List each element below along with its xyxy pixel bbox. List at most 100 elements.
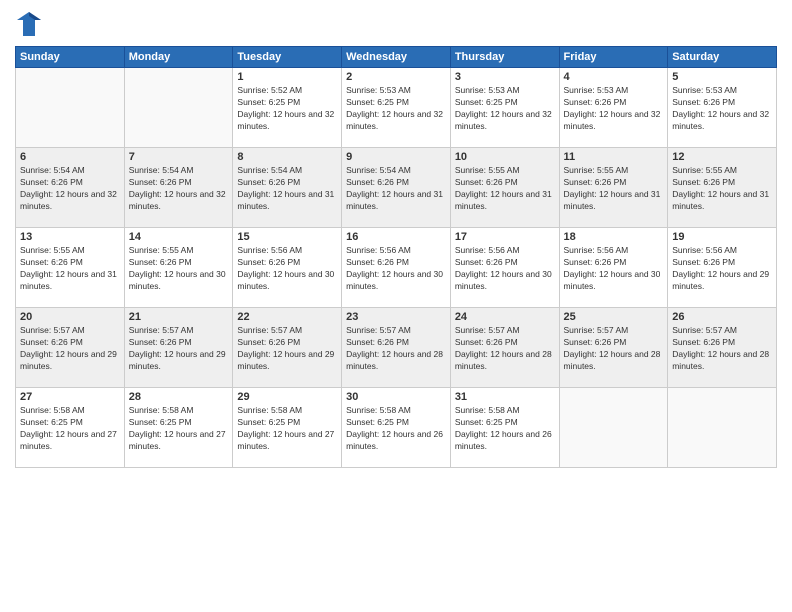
table-cell: 23 Sunrise: 5:57 AM Sunset: 6:26 PM Dayli… [342,308,451,388]
day-info: Sunrise: 5:57 AM Sunset: 6:26 PM Dayligh… [346,325,446,373]
table-cell: 15Sunrise: 5:56 AM Sunset: 6:26 PM Dayli… [233,228,342,308]
day-number: 28 [129,391,229,403]
day-number: 30 [346,391,446,403]
day-number: 14 [129,231,229,243]
day-info: Sunrise: 5:52 AM Sunset: 6:25 PM Dayligh… [237,85,337,133]
day-info: Sunrise: 5:53 AM Sunset: 6:26 PM Dayligh… [564,85,664,133]
day-number: 10 [455,151,555,163]
day-info: Sunrise: 5:53 AM Sunset: 6:25 PM Dayligh… [455,85,555,133]
calendar-week-row: 20Sunrise: 5:57 AM Sunset: 6:26 PM Dayli… [16,308,777,388]
table-cell: 26 Sunrise: 5:57 AM Sunset: 6:26 PM Dayli… [668,308,777,388]
table-cell: 25 Sunrise: 5:57 AM Sunset: 6:26 PM Dayli… [559,308,668,388]
day-number: 12 [672,151,772,163]
col-friday: Friday [559,47,668,68]
col-thursday: Thursday [450,47,559,68]
day-number: 7 [129,151,229,163]
day-info: Sunrise: 5:55 AM Sunset: 6:26 PM Dayligh… [455,165,555,213]
table-cell [124,68,233,148]
day-number: 15 [237,231,337,243]
day-number: 31 [455,391,555,403]
table-cell: 29 Sunrise: 5:58 AM Sunset: 6:25 PM Dayli… [233,388,342,468]
table-cell: 19 Sunrise: 5:56 AM Sunset: 6:26 PM Dayli… [668,228,777,308]
day-number: 3 [455,71,555,83]
table-cell: 12 Sunrise: 5:55 AM Sunset: 6:26 PM Dayli… [668,148,777,228]
table-cell: 20Sunrise: 5:57 AM Sunset: 6:26 PM Dayli… [16,308,125,388]
table-cell: 28 Sunrise: 5:58 AM Sunset: 6:25 PM Dayli… [124,388,233,468]
day-info: Sunrise: 5:58 AM Sunset: 6:25 PM Dayligh… [346,405,446,453]
day-info: Sunrise: 5:57 AM Sunset: 6:26 PM Dayligh… [20,325,120,373]
day-number: 18 [564,231,664,243]
table-cell: 16Sunrise: 5:56 AM Sunset: 6:26 PM Dayli… [342,228,451,308]
header [15,10,777,38]
day-info: Sunrise: 5:55 AM Sunset: 6:26 PM Dayligh… [20,245,120,293]
day-info: Sunrise: 5:58 AM Sunset: 6:25 PM Dayligh… [129,405,229,453]
table-cell: 1 Sunrise: 5:52 AM Sunset: 6:25 PM Daylig… [233,68,342,148]
table-cell: 5 Sunrise: 5:53 AM Sunset: 6:26 PM Daylig… [668,68,777,148]
day-number: 29 [237,391,337,403]
table-cell: 9Sunrise: 5:54 AM Sunset: 6:26 PM Daylig… [342,148,451,228]
table-cell: 31 Sunrise: 5:58 AM Sunset: 6:25 PM Dayli… [450,388,559,468]
day-info: Sunrise: 5:58 AM Sunset: 6:25 PM Dayligh… [20,405,120,453]
table-cell: 21Sunrise: 5:57 AM Sunset: 6:26 PM Dayli… [124,308,233,388]
day-number: 23 [346,311,446,323]
logo-icon [15,10,43,38]
day-info: Sunrise: 5:57 AM Sunset: 6:26 PM Dayligh… [455,325,555,373]
table-cell: 17 Sunrise: 5:56 AM Sunset: 6:26 PM Dayli… [450,228,559,308]
table-cell: 24 Sunrise: 5:57 AM Sunset: 6:26 PM Dayli… [450,308,559,388]
col-wednesday: Wednesday [342,47,451,68]
day-number: 11 [564,151,664,163]
day-number: 19 [672,231,772,243]
day-number: 6 [20,151,120,163]
day-info: Sunrise: 5:58 AM Sunset: 6:25 PM Dayligh… [237,405,337,453]
day-info: Sunrise: 5:56 AM Sunset: 6:26 PM Dayligh… [564,245,664,293]
day-info: Sunrise: 5:58 AM Sunset: 6:25 PM Dayligh… [455,405,555,453]
table-cell: 30 Sunrise: 5:58 AM Sunset: 6:25 PM Dayli… [342,388,451,468]
day-info: Sunrise: 5:53 AM Sunset: 6:26 PM Dayligh… [672,85,772,133]
day-number: 17 [455,231,555,243]
day-number: 26 [672,311,772,323]
day-number: 4 [564,71,664,83]
day-number: 25 [564,311,664,323]
calendar-week-row: 1 Sunrise: 5:52 AM Sunset: 6:25 PM Daylig… [16,68,777,148]
day-info: Sunrise: 5:55 AM Sunset: 6:26 PM Dayligh… [564,165,664,213]
day-info: Sunrise: 5:56 AM Sunset: 6:26 PM Dayligh… [346,245,446,293]
calendar-week-row: 13Sunrise: 5:55 AM Sunset: 6:26 PM Dayli… [16,228,777,308]
day-info: Sunrise: 5:57 AM Sunset: 6:26 PM Dayligh… [672,325,772,373]
table-cell: 22Sunrise: 5:57 AM Sunset: 6:26 PM Dayli… [233,308,342,388]
table-cell [16,68,125,148]
col-sunday: Sunday [16,47,125,68]
day-number: 1 [237,71,337,83]
table-cell: 2Sunrise: 5:53 AM Sunset: 6:25 PM Daylig… [342,68,451,148]
day-info: Sunrise: 5:54 AM Sunset: 6:26 PM Dayligh… [20,165,120,213]
col-monday: Monday [124,47,233,68]
table-cell: 27 Sunrise: 5:58 AM Sunset: 6:25 PM Dayli… [16,388,125,468]
day-info: Sunrise: 5:55 AM Sunset: 6:26 PM Dayligh… [672,165,772,213]
table-cell: 10 Sunrise: 5:55 AM Sunset: 6:26 PM Dayli… [450,148,559,228]
day-number: 24 [455,311,555,323]
day-info: Sunrise: 5:57 AM Sunset: 6:26 PM Dayligh… [129,325,229,373]
calendar-week-row: 6 Sunrise: 5:54 AM Sunset: 6:26 PM Daylig… [16,148,777,228]
day-info: Sunrise: 5:56 AM Sunset: 6:26 PM Dayligh… [672,245,772,293]
day-info: Sunrise: 5:56 AM Sunset: 6:26 PM Dayligh… [455,245,555,293]
day-info: Sunrise: 5:57 AM Sunset: 6:26 PM Dayligh… [237,325,337,373]
day-info: Sunrise: 5:53 AM Sunset: 6:25 PM Dayligh… [346,85,446,133]
table-cell: 6 Sunrise: 5:54 AM Sunset: 6:26 PM Daylig… [16,148,125,228]
table-cell: 14 Sunrise: 5:55 AM Sunset: 6:26 PM Dayli… [124,228,233,308]
table-cell: 13Sunrise: 5:55 AM Sunset: 6:26 PM Dayli… [16,228,125,308]
day-number: 9 [346,151,446,163]
day-number: 27 [20,391,120,403]
table-cell [668,388,777,468]
day-info: Sunrise: 5:55 AM Sunset: 6:26 PM Dayligh… [129,245,229,293]
table-cell: 7Sunrise: 5:54 AM Sunset: 6:26 PM Daylig… [124,148,233,228]
day-info: Sunrise: 5:57 AM Sunset: 6:26 PM Dayligh… [564,325,664,373]
calendar-table: Sunday Monday Tuesday Wednesday Thursday… [15,46,777,468]
col-saturday: Saturday [668,47,777,68]
logo [15,10,47,38]
table-cell: 4 Sunrise: 5:53 AM Sunset: 6:26 PM Daylig… [559,68,668,148]
table-cell: 8Sunrise: 5:54 AM Sunset: 6:26 PM Daylig… [233,148,342,228]
table-cell [559,388,668,468]
calendar-header-row: Sunday Monday Tuesday Wednesday Thursday… [16,47,777,68]
day-number: 8 [237,151,337,163]
calendar-week-row: 27 Sunrise: 5:58 AM Sunset: 6:25 PM Dayli… [16,388,777,468]
day-number: 5 [672,71,772,83]
